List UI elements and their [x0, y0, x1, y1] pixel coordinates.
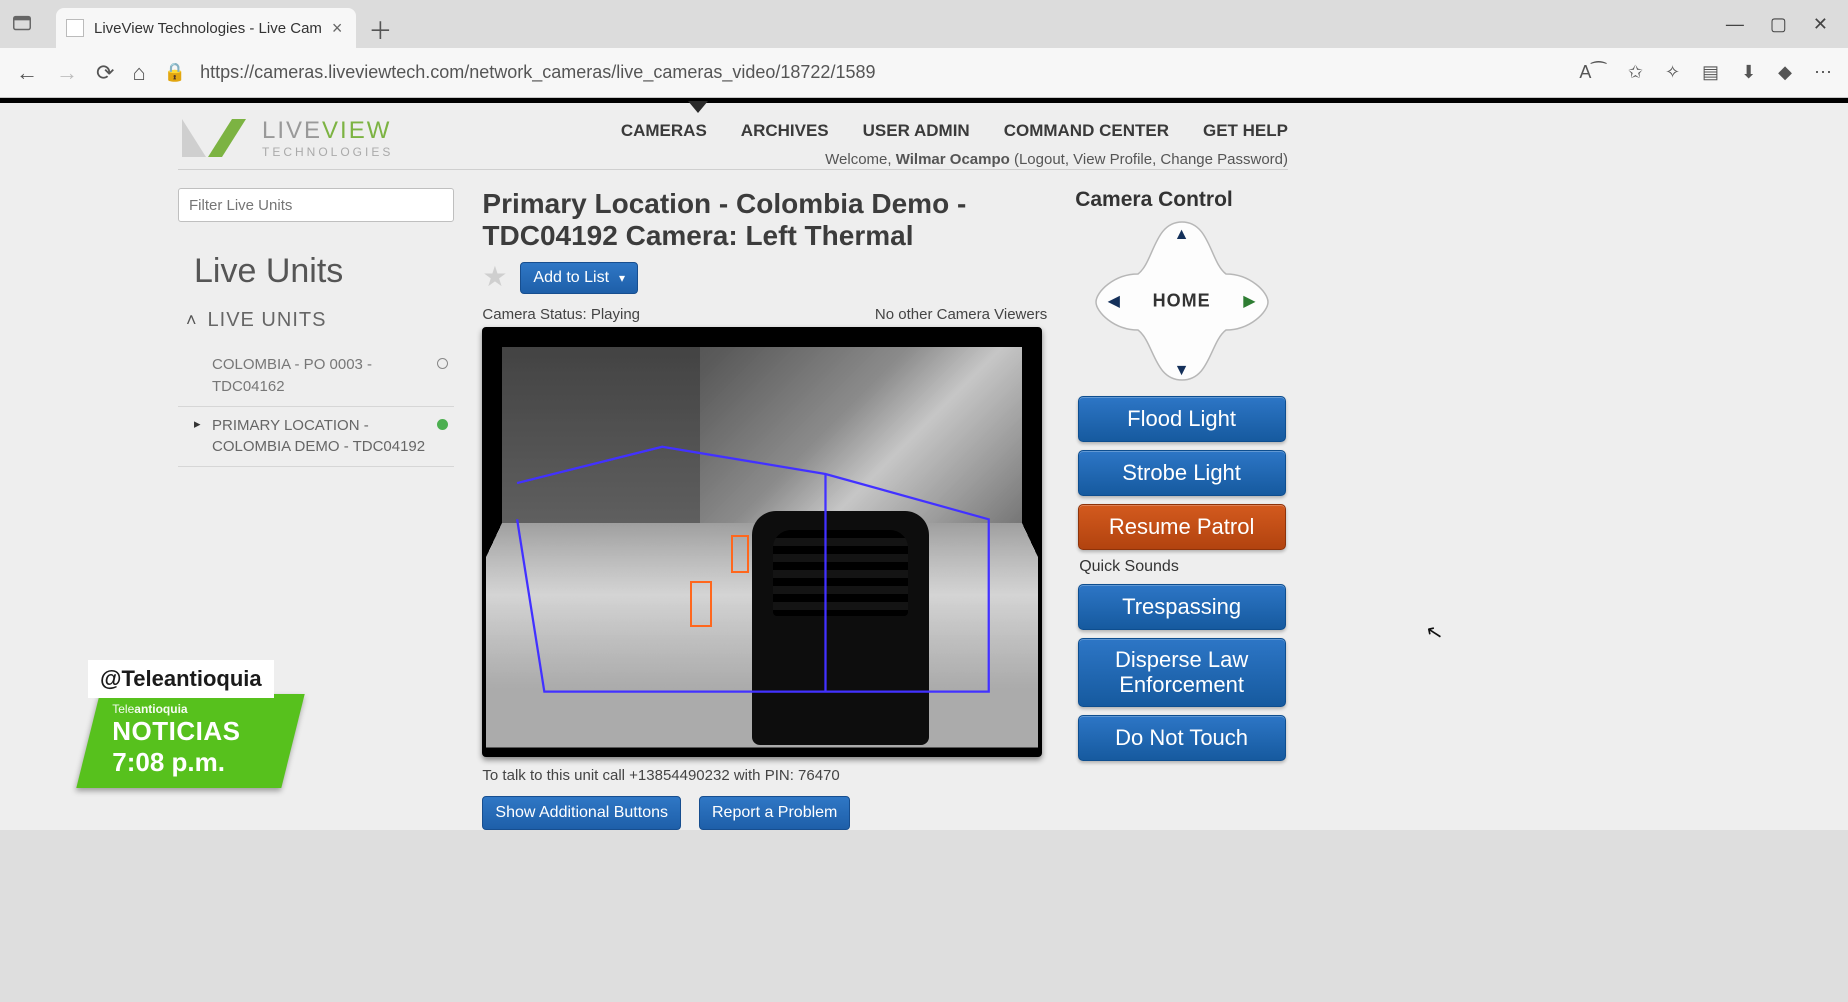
quick-sounds-label: Quick Sounds [1079, 558, 1288, 576]
favorite-icon[interactable]: ✩ [1628, 62, 1643, 83]
ptz-up-icon[interactable]: ▲ [1174, 226, 1190, 244]
account-links[interactable]: (Logout, View Profile, Change Password) [1010, 151, 1288, 168]
ptz-control: HOME ▲ ▼ ◀ ▶ [1092, 216, 1272, 386]
back-icon[interactable]: ← [16, 60, 38, 86]
tab-title: LiveView Technologies - Live Cam [94, 20, 322, 37]
unit-item-active[interactable]: PRIMARY LOCATION - COLOMBIA DEMO - TDC04… [178, 407, 454, 468]
ptz-home-button[interactable]: HOME [1153, 291, 1211, 312]
chevron-up-icon: ˄ [186, 310, 198, 331]
camera-control-panel: Camera Control HOME ▲ ▼ ◀ ▶ Flood Light … [1075, 188, 1288, 769]
unit-item[interactable]: COLOMBIA - PO 0003 - TDC04162 [178, 346, 454, 407]
detection-box-icon [690, 581, 712, 627]
detection-box-icon [731, 535, 749, 573]
sidebar-heading: Live Units [194, 252, 454, 291]
forward-icon[interactable]: → [56, 60, 78, 86]
nav-command-center[interactable]: COMMAND CENTER [1004, 121, 1169, 141]
address-bar[interactable]: 🔒 https://cameras.liveviewtech.com/netwo… [164, 62, 1562, 83]
ptz-right-icon[interactable]: ▶ [1243, 291, 1255, 311]
chevron-down-icon: ▾ [619, 271, 625, 285]
extension-icon[interactable]: ◆ [1778, 62, 1792, 83]
home-icon[interactable]: ⌂ [132, 60, 145, 86]
lock-icon: 🔒 [164, 62, 186, 83]
sound-do-not-touch-button[interactable]: Do Not Touch [1078, 715, 1286, 761]
reader-icon[interactable]: A⁀ [1579, 62, 1605, 83]
sound-disperse-le-button[interactable]: Disperse Law Enforcement [1078, 638, 1286, 707]
sidebar-section-toggle[interactable]: ˄ LIVE UNITS [186, 309, 454, 332]
show-additional-button[interactable]: Show Additional Buttons [482, 796, 681, 830]
app-icon [8, 10, 36, 38]
collections-icon[interactable]: ▤ [1702, 62, 1719, 83]
camera-title: Primary Location - Colombia Demo - TDC04… [482, 188, 1047, 252]
brand-logo[interactable]: LIVEVIEW TECHNOLOGIES [178, 115, 393, 161]
nav-active-caret-icon [688, 101, 708, 113]
nav-archives[interactable]: ARCHIVES [741, 121, 829, 141]
logo-text: LIVEVIEW [262, 117, 393, 145]
strobe-light-button[interactable]: Strobe Light [1078, 450, 1286, 496]
viewer-count: No other Camera Viewers [875, 306, 1047, 323]
window-controls: — ▢ ✕ [1726, 14, 1828, 35]
minimize-icon[interactable]: — [1726, 14, 1744, 35]
report-problem-button[interactable]: Report a Problem [699, 796, 850, 830]
status-dot-icon [437, 358, 448, 369]
status-dot-icon [437, 419, 448, 430]
sound-trespassing-button[interactable]: Trespassing [1078, 584, 1286, 630]
unit-label: COLOMBIA - PO 0003 - TDC04162 [212, 356, 372, 395]
video-feed[interactable] [482, 327, 1042, 757]
flood-light-button[interactable]: Flood Light [1078, 396, 1286, 442]
menu-icon[interactable]: ⋯ [1814, 62, 1832, 83]
filter-units-input[interactable] [178, 188, 454, 222]
ptz-down-icon[interactable]: ▼ [1174, 362, 1190, 380]
logo-subtext: TECHNOLOGIES [262, 145, 393, 159]
camera-control-title: Camera Control [1075, 188, 1288, 212]
unit-label: PRIMARY LOCATION - COLOMBIA DEMO - TDC04… [212, 417, 425, 456]
resume-patrol-button[interactable]: Resume Patrol [1078, 504, 1286, 550]
logo-mark-icon [178, 115, 250, 161]
watermark-handle: @Teleantioquia [88, 660, 274, 698]
close-icon[interactable]: × [332, 18, 343, 39]
browser-tab[interactable]: LiveView Technologies - Live Cam × [56, 8, 356, 48]
close-window-icon[interactable]: ✕ [1813, 14, 1828, 35]
tab-favicon [66, 19, 84, 37]
add-to-list-button[interactable]: Add to List ▾ [520, 262, 638, 294]
talk-instructions: To talk to this unit call +13854490232 w… [482, 767, 1047, 784]
watermark-program: NOTICIAS [112, 716, 273, 747]
watermark-brand: Teleantioquia [112, 702, 273, 716]
watermark-time: 7:08 p.m. [112, 747, 273, 778]
camera-panel: Primary Location - Colombia Demo - TDC04… [482, 188, 1047, 830]
video-content [502, 347, 1022, 737]
maximize-icon[interactable]: ▢ [1770, 14, 1787, 35]
ptz-left-icon[interactable]: ◀ [1108, 291, 1120, 311]
detection-zone-overlay [502, 347, 1022, 737]
site-header: LIVEVIEW TECHNOLOGIES CAMERAS ARCHIVES U… [178, 103, 1288, 170]
favorites-bar-icon[interactable]: ✧ [1665, 62, 1680, 83]
broadcast-watermark: @Teleantioquia Teleantioquia NOTICIAS 7:… [88, 660, 293, 788]
new-tab-button[interactable]: ＋ [368, 11, 392, 46]
browser-toolbar: ← → ⟳ ⌂ 🔒 https://cameras.liveviewtech.c… [0, 48, 1848, 98]
welcome-line: Welcome, Wilmar Ocampo (Logout, View Pro… [825, 151, 1288, 168]
sidebar: Live Units ˄ LIVE UNITS COLOMBIA - PO 00… [178, 188, 454, 467]
browser-tab-strip: LiveView Technologies - Live Cam × ＋ — ▢… [0, 0, 1848, 48]
nav-user-admin[interactable]: USER ADMIN [863, 121, 970, 141]
favorite-star-icon[interactable]: ★ [482, 265, 508, 291]
main-nav: CAMERAS ARCHIVES USER ADMIN COMMAND CENT… [621, 121, 1288, 141]
camera-status: Camera Status: Playing [482, 306, 640, 323]
downloads-icon[interactable]: ⬇ [1741, 62, 1756, 83]
url-text: https://cameras.liveviewtech.com/network… [200, 62, 875, 83]
reload-icon[interactable]: ⟳ [96, 60, 114, 86]
nav-get-help[interactable]: GET HELP [1203, 121, 1288, 141]
nav-cameras[interactable]: CAMERAS [621, 121, 707, 141]
